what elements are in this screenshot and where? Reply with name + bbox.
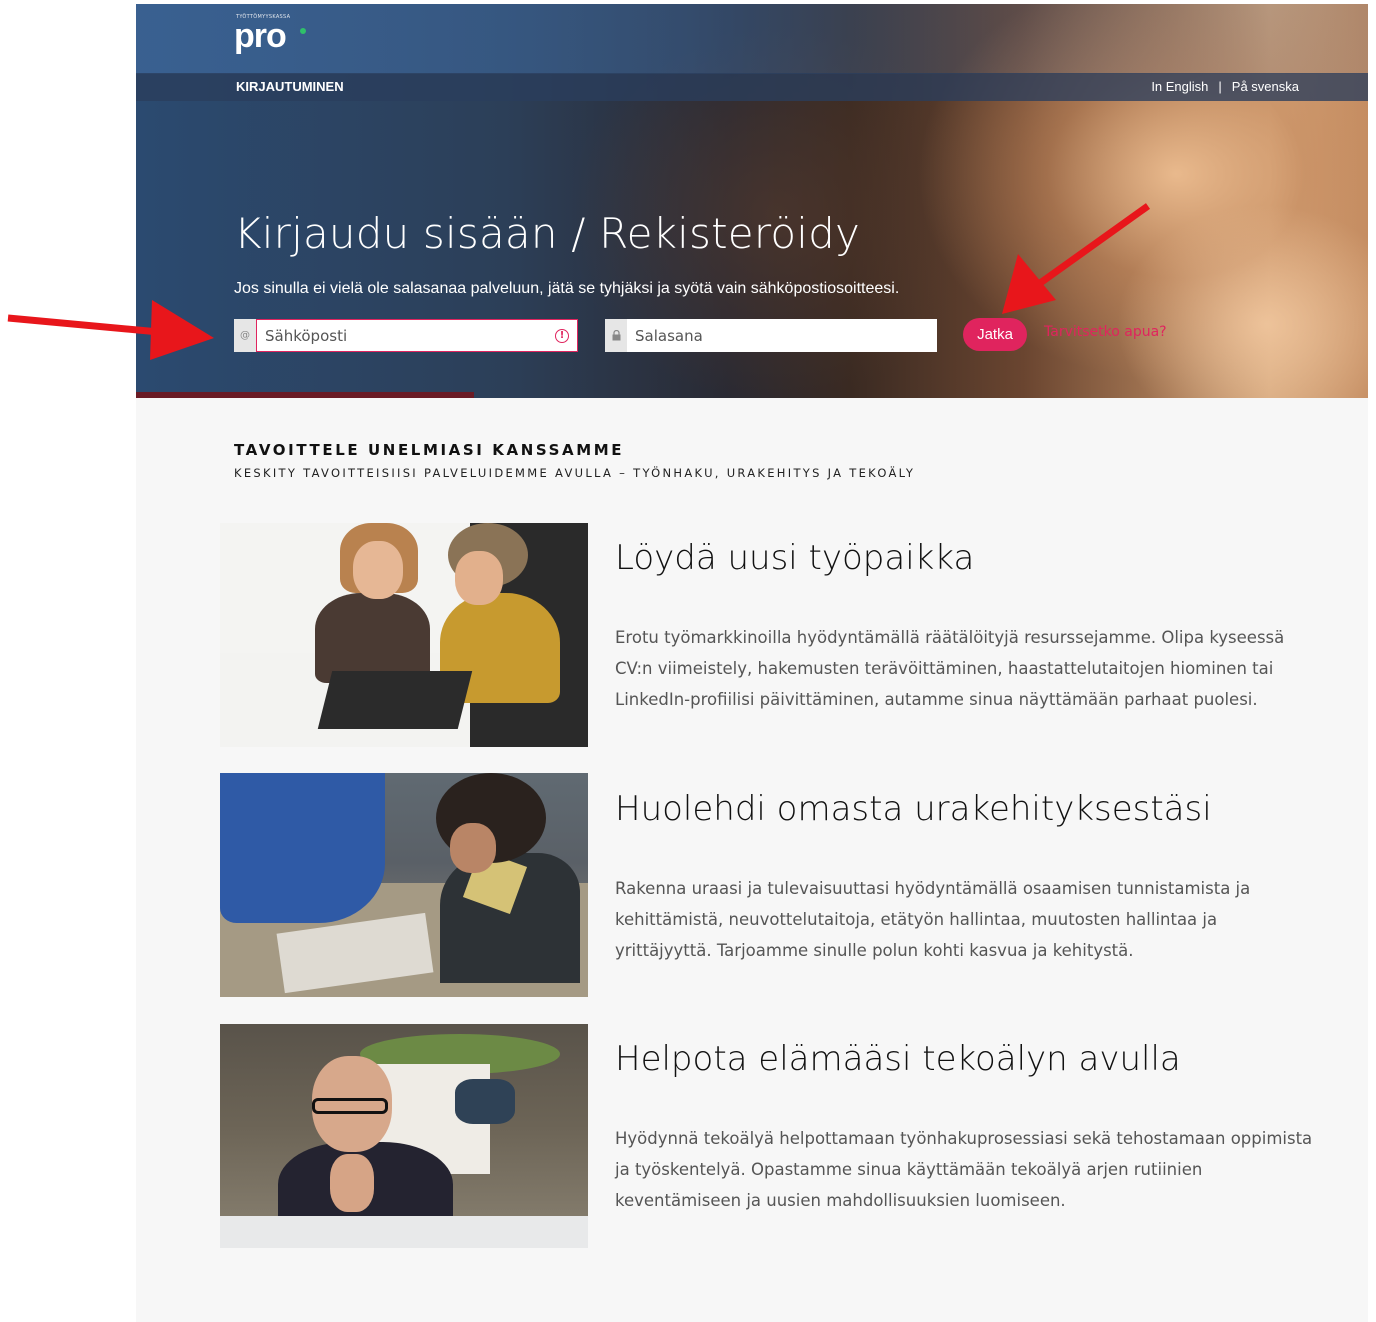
- feature-title-job-search: Löydä uusi työpaikka: [615, 538, 975, 578]
- language-switcher: In English | På svenska: [1151, 79, 1299, 94]
- hero-banner: TYÖTTÖMYYSKASSA pro KIRJAUTUMINEN In Eng…: [136, 4, 1368, 398]
- hero-accent-bar: [136, 392, 474, 398]
- feature-image-career: [220, 773, 588, 997]
- error-icon: !: [555, 328, 569, 343]
- help-link[interactable]: Tarvitsetko apua?: [1044, 324, 1167, 340]
- logo-dot-icon: [300, 28, 306, 34]
- section-title: TAVOITTELE UNELMIASI KANSSAMME: [234, 441, 625, 459]
- at-icon: @: [234, 319, 256, 352]
- feature-text-job-search: Erotu työmarkkinoilla hyödyntämällä räät…: [615, 628, 1285, 709]
- logo-text: pro: [234, 17, 287, 55]
- email-input-box[interactable]: !: [256, 319, 578, 352]
- page: TYÖTTÖMYYSKASSA pro KIRJAUTUMINEN In Eng…: [136, 4, 1368, 1322]
- email-input[interactable]: [257, 320, 555, 351]
- header-bar: [136, 4, 1368, 74]
- feature-text-ai: Hyödynnä tekoälyä helpottamaan työnhakup…: [615, 1129, 1313, 1210]
- page-subtitle: Jos sinulla ei vielä ole salasanaa palve…: [234, 280, 900, 297]
- lang-separator: |: [1218, 79, 1222, 94]
- password-field[interactable]: [605, 319, 937, 352]
- feature-text-career: Rakenna uraasi ja tulevaisuuttasi hyödyn…: [615, 879, 1251, 960]
- page-title: Kirjaudu sisään / Rekisteröidy: [234, 209, 861, 258]
- feature-title-career: Huolehdi omasta urakehityksestäsi: [615, 789, 1212, 829]
- lang-english-link[interactable]: In English: [1151, 79, 1208, 94]
- feature-image-job-search: [220, 523, 588, 747]
- email-field[interactable]: @ !: [234, 319, 578, 352]
- nav-login-label: KIRJAUTUMINEN: [236, 79, 344, 94]
- feature-image-ai: [220, 1024, 588, 1248]
- continue-button[interactable]: Jatka: [963, 318, 1027, 351]
- feature-title-ai: Helpota elämääsi tekoälyn avulla: [615, 1039, 1181, 1079]
- password-input[interactable]: [627, 319, 937, 352]
- section-subtitle: KESKITY TAVOITTEISIISI PALVELUIDEMME AVU…: [234, 466, 916, 480]
- lang-swedish-link[interactable]: På svenska: [1232, 79, 1299, 94]
- lock-icon: [605, 319, 627, 352]
